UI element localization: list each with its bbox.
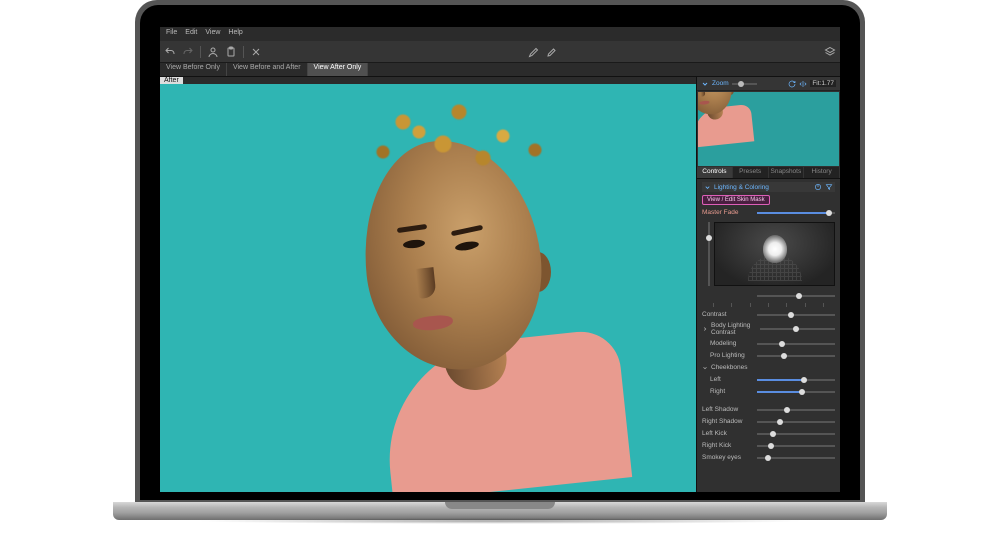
slider-contrast[interactable]: Contrast: [702, 310, 835, 319]
laptop-frame: File Edit View Help: [135, 0, 865, 556]
tab-view-after-only[interactable]: View After Only: [308, 63, 369, 76]
zoom-slider[interactable]: [732, 83, 757, 85]
menu-file[interactable]: File: [166, 29, 177, 39]
slider-label: Right Kick: [702, 442, 754, 449]
zoom-row: Zoom Fit:1.77: [697, 77, 840, 91]
slider-face-horizontal[interactable]: [702, 291, 835, 300]
portrait-content: [295, 84, 615, 480]
power-icon[interactable]: [814, 183, 822, 191]
zoom-value: Fit:1.77: [810, 80, 836, 87]
photo-viewport[interactable]: [160, 84, 696, 492]
layers-button[interactable]: [824, 46, 836, 58]
navigator-thumbnail[interactable]: [698, 92, 839, 166]
view-edit-skin-mask-button[interactable]: View / Edit Skin Mask: [702, 195, 770, 205]
rotate-icon[interactable]: [788, 80, 796, 88]
clipboard-icon: [225, 46, 237, 58]
slider-left-shadow[interactable]: Left Shadow: [702, 405, 835, 414]
main-area: After: [160, 77, 840, 492]
slider-cheek-right[interactable]: Right: [702, 387, 835, 396]
undo-icon: [164, 46, 176, 58]
shadow: [195, 518, 805, 524]
brush-a-button[interactable]: [528, 46, 540, 58]
close-icon: [250, 46, 262, 58]
face-vertical-slider[interactable]: [708, 222, 710, 286]
slider-label: Right: [702, 388, 754, 395]
slider-label: Smokey eyes: [702, 454, 754, 461]
slider-cheek-left[interactable]: Left: [702, 375, 835, 384]
slider-smokey-eyes[interactable]: Smokey eyes: [702, 453, 835, 462]
slider-label: Master Fade: [702, 209, 754, 216]
tab-view-before-after[interactable]: View Before and After: [227, 63, 308, 76]
toolbar-divider: [243, 46, 244, 58]
menubar: File Edit View Help: [160, 27, 840, 41]
slider-label: Left: [702, 376, 754, 383]
slider-right-shadow[interactable]: Right Shadow: [702, 417, 835, 426]
brush-icon: [528, 46, 540, 58]
brush-outline-icon: [546, 46, 558, 58]
tab-controls[interactable]: Controls: [697, 167, 733, 178]
menu-edit[interactable]: Edit: [185, 29, 197, 39]
zoom-label: Zoom: [712, 80, 729, 87]
slider-label: Right Shadow: [702, 418, 754, 425]
tab-history[interactable]: History: [804, 167, 840, 178]
slider-label: Body Lighting Contrast: [711, 322, 757, 336]
view-tabs: View Before Only View Before and After V…: [160, 63, 840, 77]
face-direction-widget[interactable]: [714, 222, 835, 286]
clipboard-button[interactable]: [225, 46, 237, 58]
chevron-right-icon: [702, 326, 708, 332]
slider-modeling[interactable]: Modeling: [702, 339, 835, 348]
profile-button[interactable]: [207, 46, 219, 58]
redo-button[interactable]: [182, 46, 194, 58]
flip-icon[interactable]: [799, 80, 807, 88]
controls-panel: Lighting & Coloring View / Edit Skin Mas…: [697, 179, 840, 492]
trackpad-notch: [445, 502, 555, 509]
brush-b-button[interactable]: [546, 46, 558, 58]
slider-label: Modeling: [702, 340, 754, 347]
chevron-down-icon: [704, 184, 711, 191]
section-lighting-coloring[interactable]: Lighting & Coloring: [702, 182, 835, 192]
slider-pro-lighting[interactable]: Pro Lighting: [702, 351, 835, 360]
screen-bezel: File Edit View Help: [135, 0, 865, 505]
slider-label: Left Kick: [702, 430, 754, 437]
undo-button[interactable]: [164, 46, 176, 58]
slider-label: Pro Lighting: [702, 352, 754, 359]
toolbar: [160, 41, 840, 63]
menu-help[interactable]: Help: [228, 29, 242, 39]
slider-body-lighting-contrast[interactable]: Body Lighting Contrast: [702, 322, 835, 336]
after-badge: After: [160, 77, 183, 84]
canvas: After: [160, 77, 696, 492]
toolbar-divider: [200, 46, 201, 58]
slider-label: Contrast: [702, 311, 754, 318]
scale-ticks: [704, 303, 833, 307]
layers-icon: [824, 46, 836, 58]
side-tabs: Controls Presets Snapshots History: [697, 167, 840, 179]
chevron-down-icon: [702, 365, 708, 371]
tab-presets[interactable]: Presets: [733, 167, 769, 178]
person-icon: [207, 46, 219, 58]
slider-right-kick[interactable]: Right Kick: [702, 441, 835, 450]
funnel-icon[interactable]: [825, 183, 833, 191]
app-window: File Edit View Help: [160, 27, 840, 492]
face-lighting-widget: [702, 222, 835, 286]
side-panel: Zoom Fit:1.77: [696, 77, 840, 492]
menu-view[interactable]: View: [205, 29, 220, 39]
close-button[interactable]: [250, 46, 262, 58]
slider-left-kick[interactable]: Left Kick: [702, 429, 835, 438]
slider-master-fade[interactable]: Master Fade: [702, 208, 835, 217]
chevron-down-icon[interactable]: [701, 80, 709, 88]
group-cheekbones[interactable]: Cheekbones: [702, 363, 835, 372]
group-label: Cheekbones: [711, 364, 757, 371]
redo-icon: [182, 46, 194, 58]
section-title: Lighting & Coloring: [714, 184, 769, 191]
screen-inner: File Edit View Help: [140, 5, 860, 500]
tab-view-before-only[interactable]: View Before Only: [160, 63, 227, 76]
slider-label: Left Shadow: [702, 406, 754, 413]
tab-snapshots[interactable]: Snapshots: [769, 167, 805, 178]
